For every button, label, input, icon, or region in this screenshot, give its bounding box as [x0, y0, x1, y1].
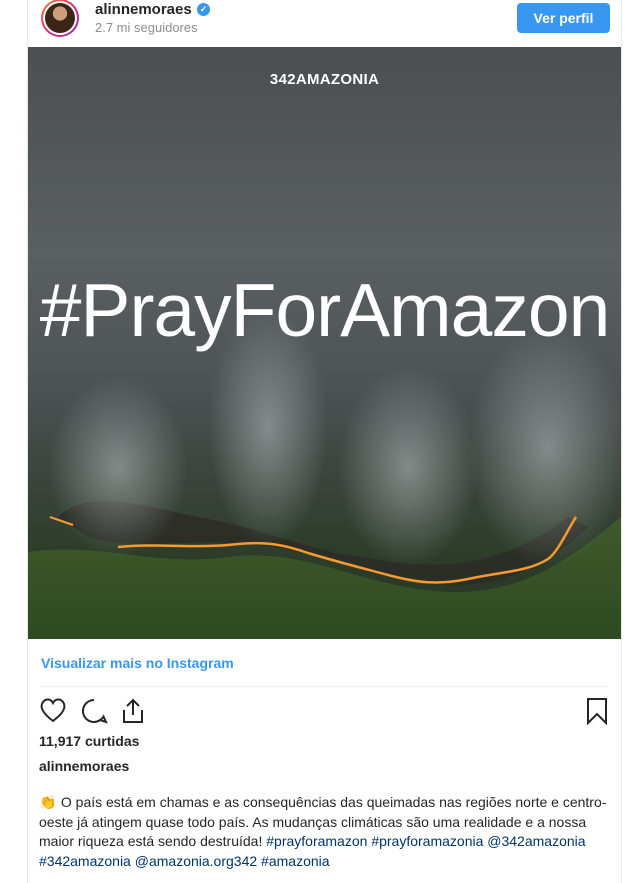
post-image[interactable]: 342AMAZONIA #PrayForAmazon — [28, 47, 621, 639]
avatar[interactable] — [41, 0, 79, 37]
hashtag-link[interactable]: #prayforamazon — [266, 833, 367, 849]
divider — [41, 686, 608, 687]
avatar-image — [45, 3, 75, 33]
clapping-hands-icon: 👏 — [39, 794, 57, 810]
hashtag-link[interactable]: #342amazonia — [39, 853, 131, 869]
like-count[interactable]: 11,917 curtidas — [39, 733, 139, 749]
image-hashtag-text: #PrayForAmazon — [39, 268, 611, 352]
verified-badge-icon: ✓ — [197, 3, 210, 16]
view-more-on-instagram-link[interactable]: Visualizar mais no Instagram — [41, 655, 234, 671]
follower-count: 2.7 mi seguidores — [95, 20, 198, 35]
mention-link[interactable]: @342amazonia — [487, 833, 585, 849]
heart-icon[interactable] — [39, 697, 67, 728]
hashtag-link[interactable]: #prayforamazonia — [371, 833, 483, 849]
bookmark-icon[interactable] — [585, 697, 609, 730]
username[interactable]: alinnemoraes — [95, 1, 192, 18]
caption-author[interactable]: alinnemoraes — [39, 758, 129, 774]
view-profile-button[interactable]: Ver perfil — [517, 3, 610, 33]
post-caption: 👏 O país está em chamas e as consequênci… — [39, 793, 614, 871]
comment-icon[interactable] — [80, 697, 108, 730]
mention-link[interactable]: @amazonia.org342 — [135, 853, 257, 869]
instagram-embed-card: alinnemoraes ✓ 2.7 mi seguidores Ver per… — [27, 0, 622, 883]
hashtag-link[interactable]: #amazonia — [261, 853, 330, 869]
share-icon[interactable] — [120, 697, 146, 730]
post-header: alinnemoraes ✓ 2.7 mi seguidores Ver per… — [28, 0, 621, 46]
truncated-footer-line — [0, 874, 280, 883]
brand-watermark: 342AMAZONIA — [269, 71, 380, 88]
